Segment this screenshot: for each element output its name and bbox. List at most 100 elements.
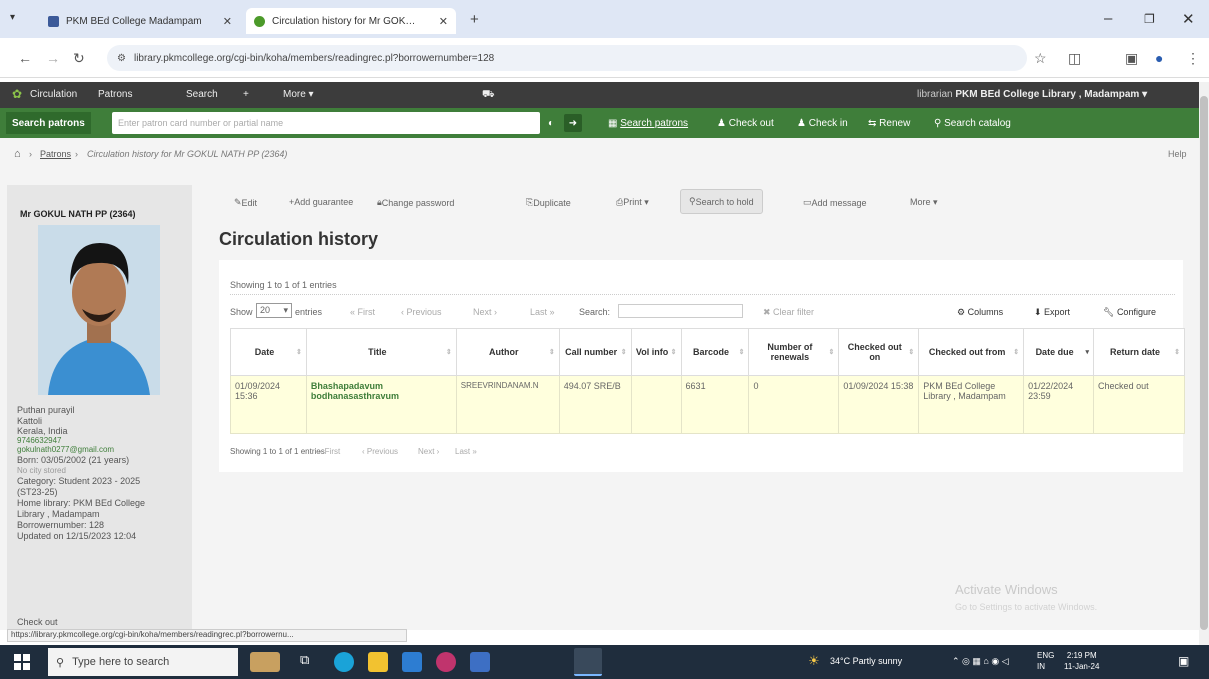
windows-start-icon[interactable] bbox=[14, 654, 30, 670]
edge-icon[interactable] bbox=[334, 652, 354, 672]
col-date-due[interactable]: Date due ▾ bbox=[1023, 328, 1095, 376]
search-patrons-link[interactable]: ▦ Search patrons bbox=[608, 118, 688, 129]
file-explorer-icon[interactable] bbox=[368, 652, 388, 672]
col-barcode[interactable]: Barcode ⇕ bbox=[680, 328, 750, 376]
col-date[interactable]: Date ⇕ bbox=[230, 328, 307, 376]
nav-plus[interactable]: + bbox=[243, 89, 249, 100]
col-return-date[interactable]: Return date ⇕ bbox=[1093, 328, 1185, 376]
nav-more[interactable]: More ▾ bbox=[283, 89, 314, 100]
home-icon[interactable]: ⌂ bbox=[14, 148, 21, 160]
extensions-icon[interactable]: ◫ bbox=[1068, 50, 1081, 67]
col-renewals[interactable]: Number of renewals ⇕ bbox=[748, 328, 840, 376]
cell-title-link[interactable]: Bhashapadavum bodhanasasthravum bbox=[305, 375, 457, 434]
weather-icon[interactable]: ☀ bbox=[808, 653, 820, 669]
system-tray-icons[interactable]: ⌃ ◎ ▦ ⌂ ◉ ◁ bbox=[952, 656, 1009, 667]
print-button[interactable]: ⎙ Print ▾ bbox=[616, 197, 649, 208]
column-label: Barcode bbox=[693, 347, 730, 357]
add-guarantee-button[interactable]: + Add guarantee bbox=[289, 197, 353, 207]
close-window-button[interactable]: ✕ bbox=[1182, 10, 1195, 28]
breadcrumb-patrons[interactable]: Patrons bbox=[40, 149, 71, 159]
help-link[interactable]: Help bbox=[1168, 149, 1187, 159]
pager-first-bottom[interactable]: « First bbox=[318, 447, 340, 456]
clear-filter-button[interactable]: ✖ Clear filter bbox=[763, 307, 814, 318]
browser-tab-bar: ▾ PKM BEd College Madampam ✕ Circulation… bbox=[0, 0, 1209, 38]
circulation-history-table: Date ⇕ Title ⇕ Author ⇕ Call number ⇕ Vol in… bbox=[230, 328, 1185, 434]
col-checked-out-from[interactable]: Checked out from ⇕ bbox=[918, 328, 1025, 376]
button-label: Print ▾ bbox=[623, 197, 649, 207]
new-tab-button[interactable]: + bbox=[470, 11, 479, 28]
column-label: Vol info bbox=[635, 347, 669, 357]
col-vol-info[interactable]: Vol info ⇕ bbox=[630, 328, 682, 376]
site-info-icon[interactable]: ⚙ bbox=[117, 53, 126, 64]
sidebar-checkout-link[interactable]: Check out bbox=[17, 617, 58, 627]
pager-last-bottom[interactable]: Last » bbox=[455, 447, 477, 456]
col-call-number[interactable]: Call number ⇕ bbox=[558, 328, 632, 376]
language-indicator[interactable]: ENG IN bbox=[1037, 650, 1054, 672]
pager-next-bottom[interactable]: Next › bbox=[418, 447, 439, 456]
renew-link[interactable]: ⇆ Renew bbox=[868, 118, 910, 129]
col-title[interactable]: Title ⇕ bbox=[305, 328, 457, 376]
profile-icon[interactable]: ● bbox=[1155, 50, 1163, 66]
nav-search[interactable]: Search bbox=[186, 89, 218, 100]
pager-previous[interactable]: ‹ Previous bbox=[401, 307, 442, 317]
patron-phone[interactable]: 9746632947 bbox=[17, 436, 62, 445]
cart-icon[interactable]: ⛟ bbox=[482, 89, 495, 102]
store-icon[interactable] bbox=[402, 652, 422, 672]
tab-pkm[interactable]: PKM BEd College Madampam ✕ bbox=[40, 8, 240, 34]
columns-button[interactable]: ⚙ Columns bbox=[957, 307, 1003, 318]
close-tab-icon[interactable]: ✕ bbox=[223, 15, 232, 28]
col-author[interactable]: Author ⇕ bbox=[455, 328, 560, 376]
bookmark-star-icon[interactable]: ☆ bbox=[1034, 50, 1047, 67]
pager-previous-bottom[interactable]: ‹ Previous bbox=[362, 447, 398, 456]
clock[interactable]: 2:19 PM 11-Jan-24 bbox=[1064, 650, 1099, 672]
edit-button[interactable]: ✎ Edit bbox=[234, 197, 257, 208]
pager-next[interactable]: Next › bbox=[473, 307, 497, 317]
back-icon[interactable]: ← bbox=[18, 50, 32, 66]
tab-circulation-history[interactable]: Circulation history for Mr GOK… ✕ bbox=[246, 8, 456, 34]
chrome-icon[interactable] bbox=[574, 648, 602, 676]
forward-icon[interactable]: → bbox=[46, 50, 60, 66]
app-icon[interactable] bbox=[436, 652, 456, 672]
task-view-icon[interactable]: ⧉ bbox=[300, 652, 320, 672]
url-field[interactable]: ⚙ library.pkmcollege.org/cgi-bin/koha/me… bbox=[107, 45, 1027, 71]
check-out-link[interactable]: ♟ Check out bbox=[717, 118, 774, 129]
search-patrons-tab[interactable]: Search patrons bbox=[6, 112, 91, 134]
browser-menu-icon[interactable]: ⋮ bbox=[1186, 50, 1200, 67]
configure-button[interactable]: 🔧︎ Configure bbox=[1103, 307, 1156, 318]
reload-icon[interactable]: ↻ bbox=[73, 50, 85, 67]
pager-first[interactable]: « First bbox=[350, 307, 375, 317]
nav-patrons[interactable]: Patrons bbox=[98, 89, 132, 100]
table-search-input[interactable] bbox=[618, 304, 743, 318]
col-checked-out-on[interactable]: Checked out on ⇕ bbox=[838, 328, 920, 376]
search-catalog-link[interactable]: ⚲ Search catalog bbox=[934, 118, 1011, 129]
notification-icon[interactable]: ▣ bbox=[1178, 654, 1189, 668]
close-tab-icon[interactable]: ✕ bbox=[439, 15, 448, 28]
search-submit-button[interactable]: ➜ bbox=[564, 114, 582, 132]
patron-search-input[interactable]: Enter patron card number or partial name bbox=[112, 112, 540, 134]
weather-text[interactable]: 34°C Partly sunny bbox=[830, 656, 902, 666]
search-to-hold-button[interactable]: ⚲ Search to hold bbox=[680, 189, 763, 214]
restore-button[interactable]: ❐ bbox=[1144, 12, 1155, 26]
check-in-link[interactable]: ♟ Check in bbox=[797, 118, 848, 129]
change-password-button[interactable]: 🔒︎ Change password bbox=[377, 197, 454, 208]
duplicate-button[interactable]: ⎘ Duplicate bbox=[526, 197, 571, 208]
more-button[interactable]: More ▾ bbox=[910, 197, 938, 208]
logged-in-user[interactable]: librarian PKM BEd College Library , Mada… bbox=[917, 89, 1147, 100]
cortana-icon[interactable] bbox=[250, 652, 280, 672]
scrollbar-thumb[interactable] bbox=[1200, 96, 1208, 630]
pencil-icon: ✎ bbox=[234, 197, 242, 207]
export-button[interactable]: ⬇ Export bbox=[1034, 307, 1070, 318]
page-size-select[interactable]: 20 ▾ bbox=[256, 303, 292, 318]
user-icon: ♟ bbox=[797, 118, 809, 129]
sidepanel-icon[interactable]: ▣ bbox=[1125, 50, 1138, 67]
taskbar-search-box[interactable]: ⚲ Type here to search bbox=[48, 648, 238, 676]
search-options-icon[interactable]: ◐ bbox=[548, 118, 554, 129]
nav-circulation[interactable]: Circulation bbox=[30, 89, 77, 100]
add-message-button[interactable]: ▭ Add message bbox=[803, 197, 867, 208]
koha-logo-icon[interactable]: ✿ bbox=[12, 87, 22, 101]
patron-email[interactable]: gokulnath0277@gmail.com bbox=[17, 445, 114, 454]
pager-last[interactable]: Last » bbox=[530, 307, 555, 317]
tab-menu-icon[interactable]: ▾ bbox=[10, 12, 15, 23]
mail-icon[interactable] bbox=[470, 652, 490, 672]
minimize-button[interactable]: – bbox=[1104, 10, 1112, 27]
